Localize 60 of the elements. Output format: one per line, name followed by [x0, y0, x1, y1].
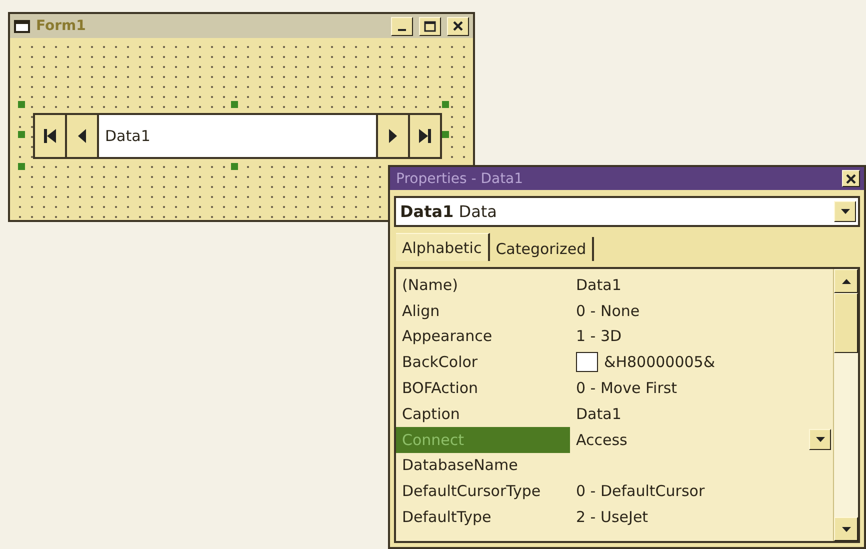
resize-handle[interactable] — [442, 101, 449, 108]
form-icon — [14, 19, 30, 33]
minimize-button[interactable] — [391, 16, 413, 36]
caret-icon — [840, 209, 850, 214]
scroll-thumb[interactable] — [834, 293, 858, 353]
resize-handle[interactable] — [231, 163, 238, 170]
move-first-icon — [44, 129, 56, 143]
property-name[interactable]: (Name) — [396, 272, 570, 298]
property-name[interactable]: BOFAction — [396, 375, 570, 401]
move-next-icon — [389, 129, 397, 143]
scroll-up-button[interactable] — [834, 269, 858, 293]
scroll-down-button[interactable] — [834, 517, 858, 541]
data-control[interactable]: Data1 — [33, 113, 442, 159]
resize-handle[interactable] — [18, 101, 25, 108]
property-value: Access — [576, 430, 628, 449]
move-next-button[interactable] — [376, 115, 408, 157]
close-icon — [453, 21, 463, 31]
minimize-icon — [398, 29, 406, 31]
property-name[interactable]: BackColor — [396, 349, 570, 376]
property-value: 0 - None — [576, 302, 641, 320]
resize-handle[interactable] — [231, 101, 238, 108]
maximize-icon — [424, 20, 436, 32]
property-value: 0 - DefaultCursor — [576, 482, 706, 500]
close-button[interactable] — [447, 16, 469, 36]
property-value: Data1 — [576, 276, 622, 294]
move-first-button[interactable] — [35, 115, 67, 157]
color-swatch — [576, 352, 598, 372]
move-previous-icon — [78, 129, 86, 143]
property-value: 1 - 3D — [576, 327, 623, 346]
dropdown-button[interactable] — [834, 201, 856, 222]
property-name[interactable]: DefaultCursorType — [396, 478, 570, 504]
down-arrow-icon — [842, 526, 850, 532]
up-arrow-icon — [842, 278, 850, 284]
window-title: Properties - Data1 — [396, 170, 524, 186]
object-name: Data1 Data — [400, 202, 498, 221]
move-previous-button[interactable] — [67, 115, 99, 157]
scrollbar[interactable] — [833, 269, 858, 541]
property-value: Data1 — [576, 404, 622, 423]
tab[interactable]: Alphabetic — [396, 233, 490, 261]
property-name[interactable]: Caption — [396, 400, 570, 427]
close-button[interactable] — [842, 170, 860, 187]
property-name[interactable]: Align — [396, 298, 570, 324]
object-selector[interactable]: Data1 Data — [394, 196, 860, 227]
property-value: 2 - UseJet — [576, 508, 650, 526]
move-last-button[interactable] — [408, 115, 440, 157]
data-control-caption: Data1 — [105, 127, 150, 145]
resize-handle[interactable] — [442, 131, 449, 138]
maximize-button[interactable] — [419, 16, 441, 36]
caret-icon — [816, 437, 824, 442]
close-icon — [846, 174, 856, 184]
resize-handle[interactable] — [18, 131, 25, 138]
window-title: Form1 — [36, 18, 87, 34]
property-name[interactable]: Appearance — [396, 324, 570, 350]
resize-handle[interactable] — [18, 163, 25, 170]
value-dropdown-button[interactable] — [809, 429, 831, 450]
property-name[interactable]: DefaultType — [396, 504, 570, 530]
property-value: &H80000005& — [604, 353, 716, 372]
property-value: 0 - Move First — [576, 379, 678, 398]
property-name[interactable]: DatabaseName — [396, 452, 570, 478]
move-last-icon — [419, 129, 431, 143]
